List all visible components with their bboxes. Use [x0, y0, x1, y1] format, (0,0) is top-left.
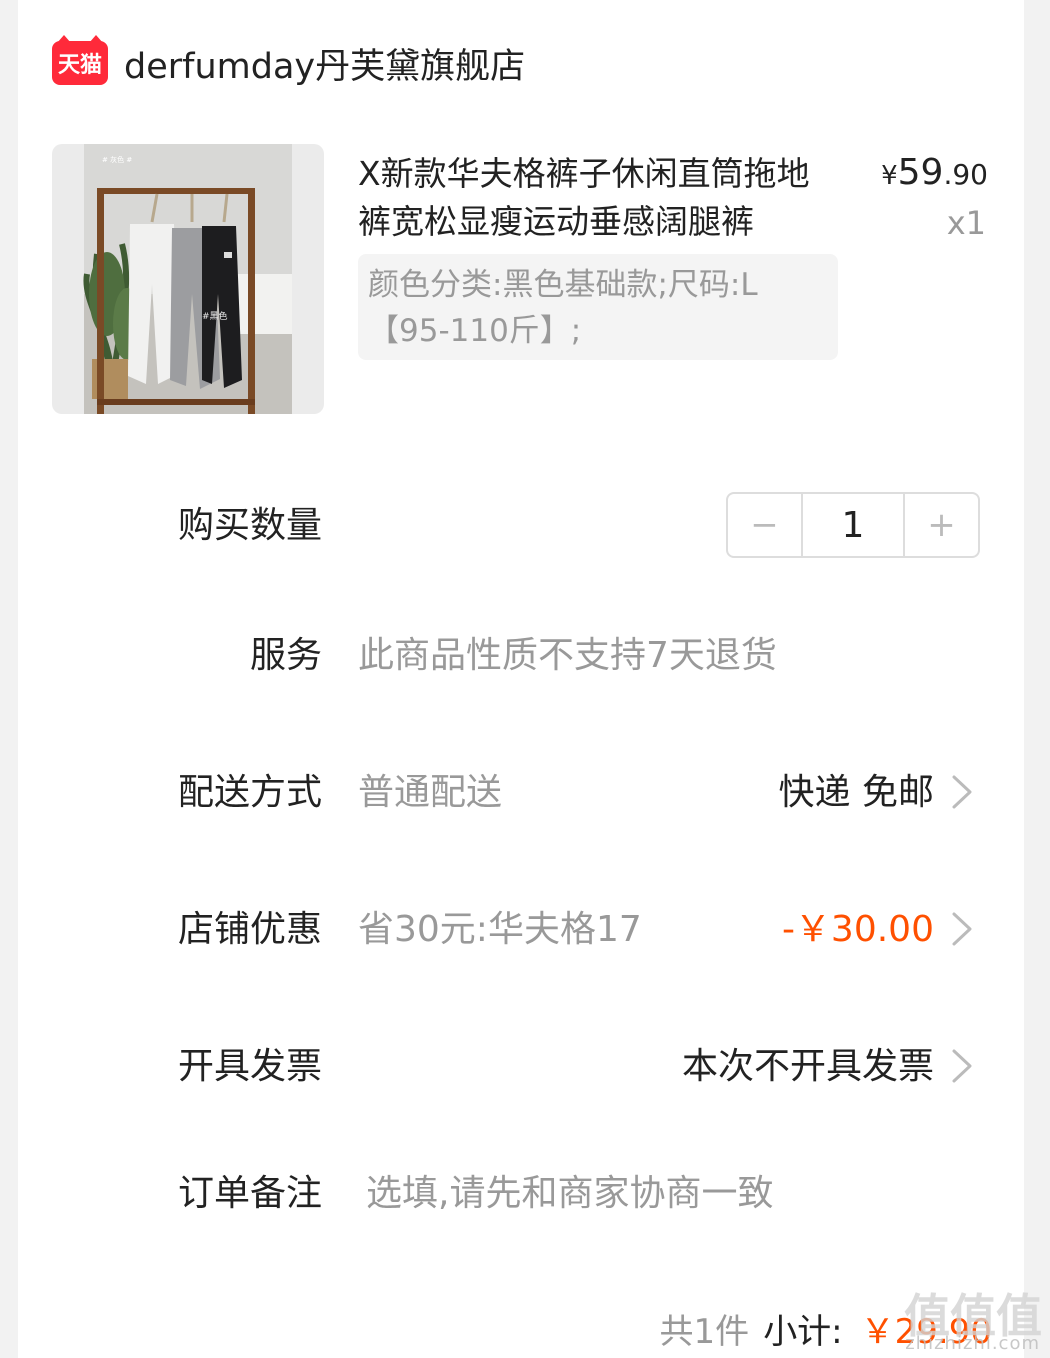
price-decimal: .90 — [943, 158, 988, 191]
discount-value: 省30元:华夫格17 — [358, 909, 642, 950]
delivery-row[interactable]: 配送方式 普通配送 快递 免邮 — [0, 763, 1050, 823]
invoice-label: 开具发票 — [177, 1046, 322, 1087]
service-value: 此商品性质不支持7天退货 — [358, 635, 777, 676]
discount-row[interactable]: 店铺优惠 省30元:华夫格17 -￥30.00 — [0, 900, 1050, 960]
price-integer: 59 — [897, 152, 944, 193]
item-count: 共1件 — [659, 1311, 750, 1352]
note-label: 订单备注 — [177, 1173, 322, 1214]
shop-name[interactable]: derfumday丹芙黛旗舰店 — [124, 38, 525, 89]
service-row: 服务 此商品性质不支持7天退货 — [0, 626, 1050, 686]
service-label: 服务 — [249, 635, 322, 676]
increase-button[interactable]: + — [905, 494, 978, 556]
discount-label: 店铺优惠 — [177, 909, 322, 950]
product-title[interactable]: X新款华夫格裤子休闲直筒拖地裤宽松显瘦运动垂感阔腿裤 — [358, 150, 833, 246]
discount-amount[interactable]: -￥30.00 — [782, 900, 934, 960]
shop-header[interactable]: 天猫 derfumday丹芙黛旗舰店 — [52, 35, 525, 89]
delivery-option[interactable]: 快递 免邮 — [779, 763, 934, 823]
invoice-row[interactable]: 开具发票 本次不开具发票 — [0, 1037, 1050, 1097]
invoice-option[interactable]: 本次不开具发票 — [682, 1037, 934, 1097]
quantity-label: 购买数量 — [177, 505, 322, 546]
chevron-right-icon[interactable] — [936, 767, 986, 817]
product-quantity: x1 — [946, 204, 986, 242]
tmall-badge-text: 天猫 — [57, 53, 102, 78]
product-thumbnail[interactable]: # 灰色 # #黑色 — [52, 144, 324, 414]
tmall-icon: 天猫 — [52, 35, 108, 85]
product-photo: # 灰色 # #黑色 — [83, 144, 292, 414]
note-input[interactable]: 选填,请先和商家协商一致 — [366, 1164, 773, 1224]
decrease-button[interactable]: − — [728, 494, 801, 556]
image-caption-1: # 灰色 # — [102, 155, 132, 164]
delivery-value: 普通配送 — [358, 772, 503, 813]
chevron-right-icon[interactable] — [936, 1041, 986, 1091]
subtotal-label: 小计: — [763, 1311, 843, 1352]
watermark-url: zhizhizhi.com — [905, 1333, 1040, 1354]
note-row: 订单备注 选填,请先和商家协商一致 — [0, 1164, 1050, 1224]
quantity-stepper[interactable]: − 1 + — [726, 492, 980, 558]
delivery-label: 配送方式 — [177, 772, 322, 813]
product-price: ¥59.90 — [881, 152, 988, 193]
quantity-input[interactable]: 1 — [801, 494, 905, 556]
product-sku[interactable]: 颜色分类:黑色基础款;尺码:L【95-110斤】; — [358, 254, 838, 360]
price-currency: ¥ — [881, 161, 898, 191]
image-caption-2: #黑色 — [202, 310, 228, 322]
chevron-right-icon[interactable] — [936, 904, 986, 954]
